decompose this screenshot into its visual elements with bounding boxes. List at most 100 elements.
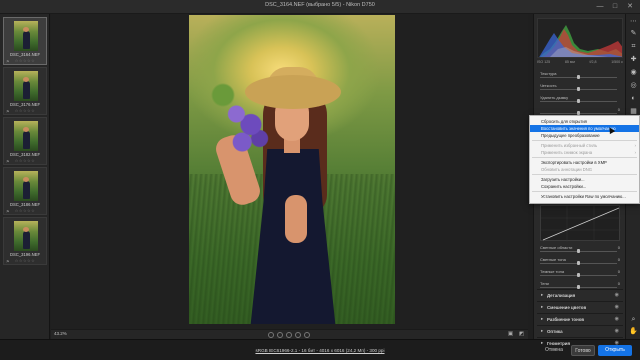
rating-dot[interactable] [295, 332, 301, 338]
menu-item[interactable]: Сбросить для открытия [530, 118, 639, 125]
thumbnail-stars[interactable]: ☆☆☆☆☆ [4, 158, 46, 163]
slider-value[interactable]: 0 [618, 257, 620, 262]
expand-arrow-icon[interactable]: ▸ [541, 328, 543, 334]
compare-view-icon[interactable]: ▣ [507, 331, 514, 338]
slider-knob[interactable] [577, 273, 580, 277]
slider-knob[interactable] [577, 261, 580, 265]
thumbnail-image [14, 171, 38, 201]
filmstrip-thumbnail[interactable]: DSC_3176.NEF ⚑ ☆☆☆☆☆ [3, 67, 47, 115]
slider-label: Тени [540, 281, 549, 286]
expand-arrow-icon[interactable]: ▸ [541, 304, 543, 310]
visibility-eye-icon[interactable]: ◉ [615, 316, 619, 322]
slider-row[interactable]: Светлые тона 0 [537, 256, 623, 268]
filmstrip-thumbnail[interactable]: DSC_3186.NEF ⚑ ☆☆☆☆☆ [3, 167, 47, 215]
menu-item: Применить избранный стиль › [530, 142, 639, 149]
slider-label: Светлые области [540, 245, 573, 250]
slider-row[interactable]: Удалить дымку [537, 94, 623, 106]
thumbnail-figure [23, 31, 30, 49]
close-icon[interactable]: ✕ [626, 3, 634, 11]
panel-section-header[interactable]: ▸ Геометрия ◉ [537, 337, 623, 349]
section-title: Детализация [547, 292, 576, 298]
zoom-tool-icon[interactable]: ⌕ [628, 314, 639, 325]
photo-forearm [285, 195, 307, 243]
slider-knob[interactable] [577, 87, 580, 91]
menu-item[interactable]: Сохранить настройки... [530, 183, 639, 190]
expand-arrow-icon[interactable]: ▸ [541, 316, 543, 322]
photo-preview[interactable] [189, 15, 395, 324]
visibility-eye-icon[interactable]: ◉ [615, 328, 619, 334]
slider-label: Светлые тона [540, 257, 566, 262]
thumbnail-figure [23, 81, 30, 99]
slider-row[interactable]: Светлые области 0 [537, 244, 623, 256]
thumbnail-stars[interactable]: ☆☆☆☆☆ [4, 208, 46, 213]
menu-item: Обновить аннотации DNG [530, 166, 639, 173]
filmstrip-thumbnail[interactable]: DSC_3164.NEF ⚑ ☆☆☆☆☆ [3, 17, 47, 65]
edit-icon[interactable]: ✎ [628, 28, 639, 39]
menu-item-label: Применить избранный стиль [541, 143, 598, 148]
slider-label: Удалить дымку [540, 95, 569, 100]
filmstrip-thumbnail[interactable]: DSC_3196.NEF ⚑ ☆☆☆☆☆ [3, 217, 47, 265]
image-canvas[interactable] [51, 14, 528, 329]
more-options-icon[interactable]: ⋯ [628, 16, 639, 27]
title-bar: DSC_3164.NEF (выбрано 5/5) - Nikon D750 … [0, 0, 640, 14]
menu-item-label: Предыдущее преобразование [541, 133, 600, 138]
panel-section-header[interactable]: ▸ Детализация ◉ [537, 289, 623, 301]
filmstrip-thumbnail[interactable]: DSC_3182.NEF ⚑ ☆☆☆☆☆ [3, 117, 47, 165]
slider-value[interactable]: 0 [618, 107, 620, 112]
presets-icon[interactable]: ◐ [628, 93, 639, 104]
slider-knob[interactable] [577, 99, 580, 103]
panel-section-header[interactable]: ▸ Смешение цветов ◉ [537, 301, 623, 313]
panel-section-header[interactable]: ▸ Оптика ◉ [537, 325, 623, 337]
submenu-chevron-icon: › [634, 150, 637, 155]
before-after-icon[interactable]: ◩ [518, 331, 525, 338]
slider-value[interactable]: 0 [618, 281, 620, 286]
rating-dot[interactable] [304, 332, 310, 338]
expand-arrow-icon[interactable]: ▸ [541, 340, 543, 346]
exif-info: ISO 125 85 мм f/2,8 1/500 с [537, 60, 623, 64]
menu-item[interactable]: Предыдущее преобразование [530, 132, 639, 139]
exif-aperture: f/2,8 [589, 60, 597, 64]
rating-dot[interactable] [277, 332, 283, 338]
slider-label: Четкость [540, 83, 557, 88]
zoom-level[interactable]: 43.2% [54, 331, 67, 336]
hand-tool-icon[interactable]: ✋ [628, 326, 639, 337]
slider-row[interactable]: Темные тона 0 [537, 268, 623, 280]
tone-curve[interactable] [540, 205, 621, 242]
menu-item[interactable]: Загрузить настройки... [530, 176, 639, 183]
expand-arrow-icon[interactable]: ▸ [541, 292, 543, 298]
visibility-eye-icon[interactable]: ◉ [615, 292, 619, 298]
visibility-eye-icon[interactable]: ◉ [615, 304, 619, 310]
menu-separator [532, 157, 637, 158]
slider-knob[interactable] [577, 75, 580, 79]
maximize-icon[interactable]: □ [611, 3, 619, 11]
slider-label: Текстура [540, 71, 557, 76]
menu-item-label: Обновить аннотации DNG [541, 167, 593, 172]
rating-dot[interactable] [268, 332, 274, 338]
thumbnail-head [23, 227, 29, 232]
thumbnail-stars[interactable]: ☆☆☆☆☆ [4, 108, 46, 113]
panel-section-header[interactable]: ▸ Разбиение тонов ◉ [537, 313, 623, 325]
thumbnail-stars[interactable]: ☆☆☆☆☆ [4, 58, 46, 63]
slider-value[interactable]: 0 [618, 245, 620, 250]
slider-knob[interactable] [577, 249, 580, 253]
mask-icon[interactable]: ◎ [628, 80, 639, 91]
thumbnail-head [23, 27, 29, 32]
slider-row[interactable]: Текстура [537, 70, 623, 82]
menu-item[interactable]: Установить настройки Raw по умолчанию... [530, 193, 639, 200]
menu-item-label: Сбросить для открытия [541, 119, 587, 124]
thumbnail-stars[interactable]: ☆☆☆☆☆ [4, 258, 46, 263]
submenu-chevron-icon: › [634, 143, 637, 148]
minimize-icon[interactable]: — [596, 3, 604, 11]
canvas-bottom-bar: 43.2% ▣ ◩ [51, 329, 528, 339]
crop-icon[interactable]: ⌗ [628, 41, 639, 52]
menu-item-label: Применить снимок экрана [541, 150, 593, 155]
rating-dot[interactable] [286, 332, 292, 338]
visibility-eye-icon[interactable]: ◉ [615, 340, 619, 346]
red-eye-icon[interactable]: ◉ [628, 67, 639, 78]
menu-item[interactable]: Экспортировать настройки в XMP [530, 159, 639, 166]
healing-brush-icon[interactable]: ✚ [628, 54, 639, 65]
thumbnail-image [14, 21, 38, 51]
slider-row[interactable]: Четкость [537, 82, 623, 94]
slider-value[interactable]: 0 [618, 269, 620, 274]
menu-item[interactable]: Восстановить значения по умолчанию [530, 125, 639, 132]
